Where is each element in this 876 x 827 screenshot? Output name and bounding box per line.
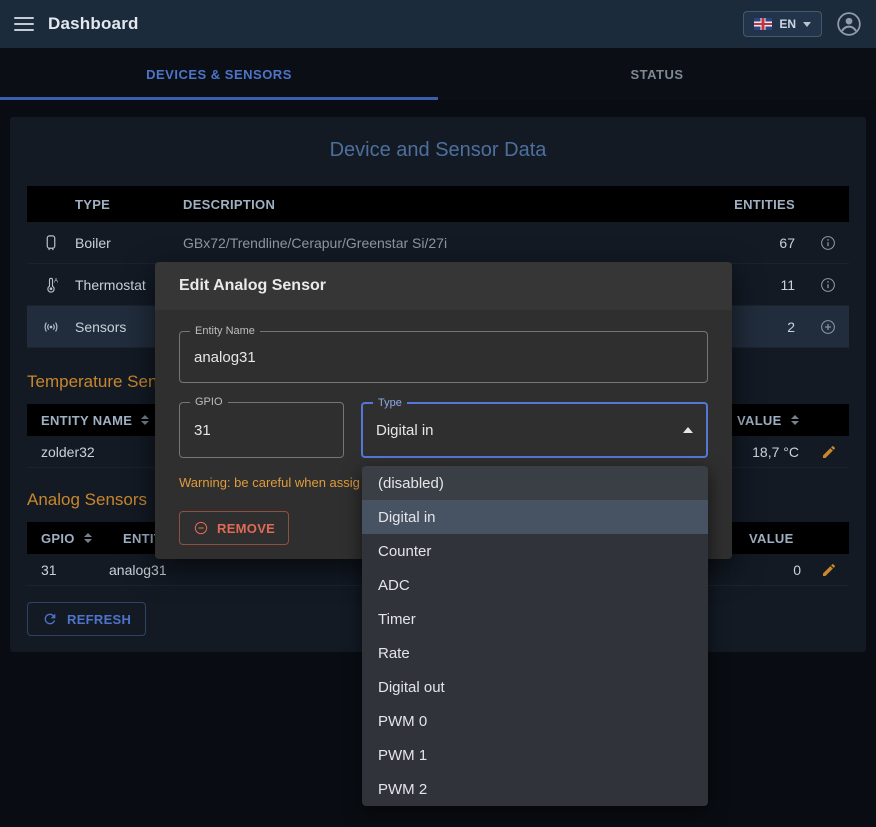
remove-button[interactable]: REMOVE (179, 511, 289, 545)
refresh-icon (42, 611, 58, 627)
thermostat-icon: A (27, 276, 75, 294)
gpio-field[interactable]: GPIO 31 (179, 402, 344, 458)
gpio-cell: 31 (27, 562, 109, 578)
minus-circle-icon (193, 520, 209, 536)
boiler-icon (27, 234, 75, 252)
sort-icon[interactable] (141, 415, 149, 425)
type-option[interactable]: Rate (362, 636, 708, 670)
language-selector[interactable]: EN (743, 11, 822, 37)
tab-devices-sensors[interactable]: DEVICES & SENSORS (0, 48, 438, 100)
menu-icon[interactable] (14, 15, 34, 33)
tab-bar: DEVICES & SENSORS STATUS (0, 48, 876, 100)
language-label: EN (779, 17, 796, 31)
refresh-button[interactable]: REFRESH (27, 602, 146, 636)
uk-flag-icon (754, 18, 772, 30)
value-cell: 18,7 °C (723, 444, 803, 460)
type-option[interactable]: PWM 0 (362, 704, 708, 738)
col-header-gpio: GPIO (27, 531, 109, 546)
type-select[interactable]: Type Digital in (361, 402, 708, 458)
refresh-button-label: REFRESH (67, 612, 131, 627)
avatar[interactable] (836, 11, 862, 37)
dialog-title: Edit Analog Sensor (155, 262, 732, 310)
device-description: GBx72/Trendline/Cerapur/Greenstar Si/27i (183, 235, 715, 251)
type-option[interactable]: Digital in (362, 500, 708, 534)
type-dropdown-menu: (disabled) Digital in Counter ADC Timer … (362, 466, 708, 806)
type-option[interactable]: (disabled) (362, 466, 708, 500)
edit-pencil-icon[interactable] (821, 562, 837, 578)
gpio-header-label: GPIO (41, 531, 75, 546)
type-option[interactable]: Digital out (362, 670, 708, 704)
info-icon[interactable] (819, 276, 837, 294)
col-header-description: DESCRIPTION (183, 197, 715, 212)
row-action-cell (803, 444, 849, 460)
devices-table-header: TYPE DESCRIPTION ENTITIES (27, 186, 849, 222)
entity-name-header-label: ENTITY NAME (41, 413, 132, 428)
device-entities-count: 67 (715, 235, 799, 251)
gpio-field-value: 31 (194, 422, 211, 439)
field-row: GPIO 31 Type Digital in (179, 402, 708, 458)
chevron-down-icon (803, 22, 811, 27)
gpio-field-label: GPIO (190, 396, 228, 409)
sort-icon[interactable] (84, 533, 92, 543)
value-cell: 0 (735, 562, 805, 578)
type-option[interactable]: Counter (362, 534, 708, 568)
col-header-value: VALUE (735, 531, 805, 546)
value-header-label: VALUE (737, 413, 782, 428)
table-row-boiler[interactable]: Boiler GBx72/Trendline/Cerapur/Greenstar… (27, 222, 849, 264)
device-action-cell (799, 318, 849, 336)
type-option[interactable]: PWM 2 (362, 772, 708, 806)
device-type: Boiler (75, 235, 183, 251)
col-header-value: VALUE (723, 413, 803, 428)
add-icon[interactable] (819, 318, 837, 336)
svg-text:A: A (54, 278, 58, 284)
type-option[interactable]: ADC (362, 568, 708, 602)
page-title: Device and Sensor Data (27, 139, 849, 162)
col-header-type: TYPE (75, 197, 183, 212)
info-icon[interactable] (819, 234, 837, 252)
person-icon (836, 11, 862, 37)
col-header-entities: ENTITIES (715, 197, 799, 212)
sort-icon[interactable] (791, 415, 799, 425)
row-action-cell (805, 562, 849, 578)
remove-button-label: REMOVE (217, 521, 275, 536)
type-option[interactable]: Timer (362, 602, 708, 636)
entity-name-field[interactable]: Entity Name analog31 (179, 331, 708, 383)
device-action-cell (799, 276, 849, 294)
value-header-label: VALUE (749, 531, 794, 546)
device-action-cell (799, 234, 849, 252)
chevron-up-icon (683, 427, 693, 433)
entity-name-field-label: Entity Name (190, 325, 260, 338)
entity-name-field-value: analog31 (194, 349, 256, 366)
tab-status[interactable]: STATUS (438, 48, 876, 100)
sensors-icon (27, 318, 75, 336)
app-title: Dashboard (48, 14, 139, 34)
app-bar: Dashboard EN (0, 0, 876, 48)
type-select-value: Digital in (376, 422, 434, 439)
type-select-label: Type (373, 397, 407, 410)
type-option[interactable]: PWM 1 (362, 738, 708, 772)
edit-pencil-icon[interactable] (821, 444, 837, 460)
